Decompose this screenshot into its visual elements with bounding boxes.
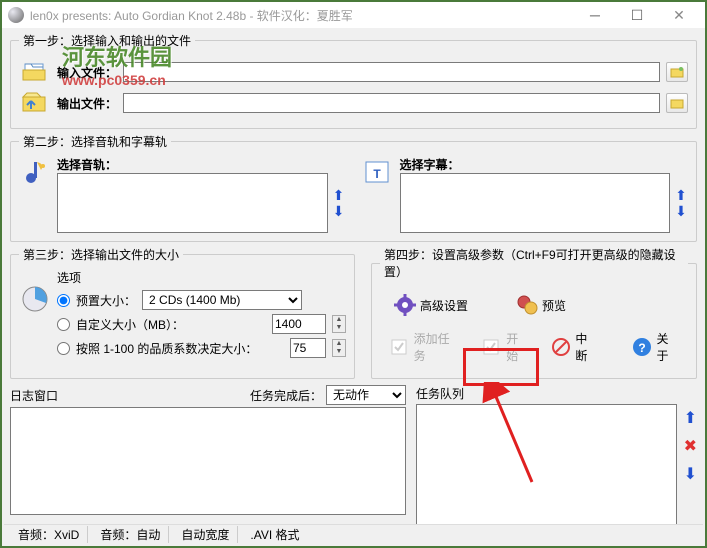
step3-legend: 第三步：选择输出文件的大小	[19, 246, 183, 263]
options-label: 选项	[57, 269, 346, 286]
quality-radio[interactable]	[57, 342, 70, 355]
subtitle-icon: T	[362, 156, 394, 188]
after-task-label: 任务完成后：	[250, 387, 322, 404]
queue-title: 任务队列	[416, 387, 464, 401]
input-file-label: 输入文件：	[57, 64, 117, 81]
output-file-icon	[19, 89, 51, 117]
film-icon	[516, 294, 538, 316]
input-file-field[interactable]	[123, 62, 660, 82]
step2-legend: 第二步：选择音轨和字幕轨	[19, 133, 171, 150]
audio-up-button[interactable]: ⬆	[332, 188, 346, 202]
status-width: 自动宽度	[173, 526, 238, 543]
queue-list[interactable]	[416, 404, 677, 534]
step1-group: 第一步：选择输入和输出的文件 输入文件： 输出文件：	[10, 32, 697, 129]
log-textarea[interactable]	[10, 407, 406, 515]
queue-up-button[interactable]: ⬆	[684, 408, 697, 428]
abort-button[interactable]: 中断	[546, 328, 603, 366]
preset-size-radio[interactable]	[57, 294, 70, 307]
output-file-label: 输出文件：	[57, 95, 117, 112]
after-task-select[interactable]: 无动作	[326, 385, 406, 405]
browse-input-button[interactable]	[666, 62, 688, 82]
svg-text:T: T	[373, 167, 381, 181]
folder-icon	[670, 97, 684, 109]
custom-size-label: 自定义大小（MB）：	[76, 316, 184, 333]
step2-group: 第二步：选择音轨和字幕轨 选择音轨： ⬆ ⬇	[10, 133, 697, 242]
browse-output-button[interactable]	[666, 93, 688, 113]
audio-track-list[interactable]	[57, 173, 328, 233]
preview-button[interactable]: 预览	[512, 292, 570, 318]
audio-down-button[interactable]: ⬇	[332, 204, 346, 218]
stop-icon	[550, 336, 572, 358]
audio-track-label: 选择音轨：	[57, 156, 346, 173]
subtitle-track-list[interactable]	[400, 173, 671, 233]
minimize-button[interactable]: ─	[575, 4, 615, 26]
maximize-button[interactable]: ☐	[617, 4, 657, 26]
preset-size-select[interactable]: 2 CDs (1400 Mb)	[142, 290, 302, 310]
gear-icon	[394, 294, 416, 316]
play-icon	[481, 336, 503, 358]
step1-legend: 第一步：选择输入和输出的文件	[19, 32, 195, 49]
custom-size-radio[interactable]	[57, 318, 70, 331]
log-title: 日志窗口	[10, 387, 58, 404]
step4-group: 第四步：设置高级参数（Ctrl+F9可打开更高级的隐藏设置） 高级设置 预览 添…	[371, 246, 697, 379]
close-button[interactable]: ✕	[659, 4, 699, 26]
statusbar: 音频：XviD 音频：自动 自动宽度 .AVI 格式	[4, 524, 703, 544]
audio-icon	[19, 156, 51, 188]
input-file-icon	[19, 58, 51, 86]
quality-label: 按照 1-100 的品质系数决定大小：	[76, 340, 257, 357]
custom-size-field[interactable]: 1400	[272, 314, 326, 334]
start-button[interactable]: 开始	[477, 328, 534, 366]
svg-text:?: ?	[638, 341, 645, 355]
quality-spinner[interactable]: ▲▼	[332, 339, 346, 357]
step3-group: 第三步：选择输出文件的大小 选项 预置大小： 2 CDs (1400 Mb) 自…	[10, 246, 355, 379]
queue-delete-button[interactable]: ✖	[684, 436, 697, 456]
output-file-field[interactable]	[123, 93, 660, 113]
quality-field[interactable]: 75	[290, 338, 326, 358]
help-icon: ?	[631, 336, 653, 358]
add-task-icon	[388, 336, 410, 358]
size-icon	[19, 283, 51, 315]
advanced-settings-button[interactable]: 高级设置	[390, 292, 472, 318]
preset-size-label: 预置大小：	[76, 292, 136, 309]
titlebar: len0x presents: Auto Gordian Knot 2.48b …	[2, 2, 705, 28]
queue-down-button[interactable]: ⬇	[684, 464, 697, 484]
subtitle-track-label: 选择字幕：	[400, 156, 689, 173]
step4-legend: 第四步：设置高级参数（Ctrl+F9可打开更高级的隐藏设置）	[380, 246, 688, 280]
status-format: .AVI 格式	[242, 526, 307, 543]
about-button[interactable]: ? 关于	[627, 328, 684, 366]
status-video: 音频：XviD	[10, 526, 88, 543]
app-icon	[8, 7, 24, 23]
subtitle-up-button[interactable]: ⬆	[674, 188, 688, 202]
folder-open-icon	[670, 66, 684, 78]
add-task-button[interactable]: 添加任务	[384, 328, 465, 366]
window-title: len0x presents: Auto Gordian Knot 2.48b …	[30, 7, 575, 24]
status-audio: 音频：自动	[92, 526, 169, 543]
subtitle-down-button[interactable]: ⬇	[674, 204, 688, 218]
custom-size-spinner[interactable]: ▲▼	[332, 315, 346, 333]
